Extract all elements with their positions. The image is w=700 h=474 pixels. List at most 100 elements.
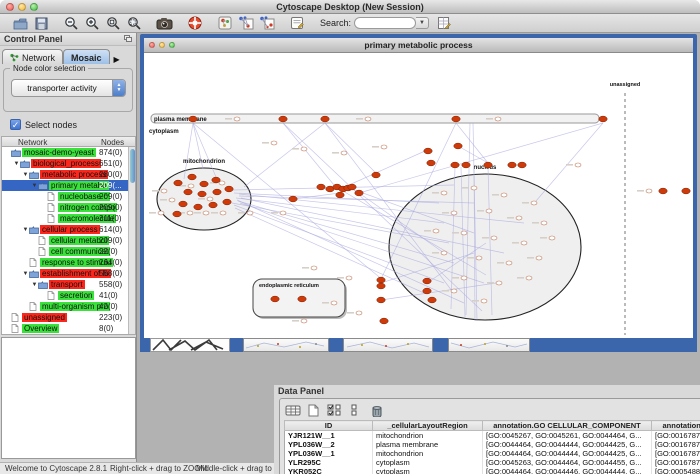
tree-row-count: 614(0) (99, 225, 122, 234)
tree-row-count: 874(0) (99, 148, 122, 157)
expand-arrow-icon[interactable]: ▼ (22, 227, 29, 233)
attribute-editor-icon[interactable] (435, 16, 452, 31)
help-icon[interactable] (186, 16, 203, 31)
layout-a-icon[interactable] (237, 16, 254, 31)
background-window-fragment[interactable] (448, 338, 530, 352)
column-grid-icon[interactable] (284, 403, 301, 418)
expand-arrow-icon[interactable]: ▼ (22, 271, 29, 277)
table-column-header[interactable]: _cellularLayoutRegion (373, 421, 483, 431)
network-view-titlebar[interactable]: primary metabolic process (144, 38, 693, 53)
svg-text:mitochondrion: mitochondrion (183, 159, 225, 165)
tree-row-count: 558(0) (99, 280, 122, 289)
table-cell: [GO:0016787, GO:0005488, GO:0005215, G..… (652, 449, 700, 458)
tree-row[interactable]: cell communicat22(0) (2, 246, 135, 257)
zoom-selected-icon[interactable] (105, 16, 122, 31)
annotation-icon[interactable] (288, 16, 305, 31)
node-color-dropdown[interactable]: transporter activity ▲▼ (11, 79, 126, 97)
table-cell: cytoplasm (373, 458, 483, 467)
table-cell: YPL036W__1 (285, 449, 373, 458)
tab-mosaic-label: Mosaic (71, 53, 102, 63)
table-column-header[interactable]: annotation.GO MOLECULAR_FUNCTION (652, 421, 700, 431)
file-icon (38, 247, 49, 256)
table-cell: plasma membrane (373, 440, 483, 449)
table-row[interactable]: YPL036W__1mitochondrion[GO:0044464, GO:0… (285, 449, 700, 458)
control-panel-title: Control Panel (4, 34, 63, 44)
tree-row[interactable]: ▼primary metabo209(... (2, 180, 135, 191)
table-row[interactable]: YJR121W__1mitochondrion[GO:0045267, GO:0… (285, 431, 700, 441)
file-icon (47, 291, 58, 300)
folder-icon (29, 270, 40, 278)
tree-row-count: 264(0) (99, 258, 122, 267)
delete-attribute-icon[interactable] (368, 403, 385, 418)
network-tree-header: Network Nodes (1, 136, 136, 147)
table-cell: YLR295C (285, 458, 373, 467)
tree-row[interactable]: ▼biological_process651(0) (2, 158, 135, 169)
data-panel: Data Panel f(x) ID_c (274, 385, 700, 474)
folder-icon (29, 226, 40, 234)
control-panel: Control Panel Network Mosaic ▶ Node colo… (0, 33, 137, 462)
new-attribute-icon[interactable] (305, 403, 322, 418)
folder-icon (11, 149, 22, 157)
select-nodes-checkbox[interactable]: ✓ (10, 119, 21, 130)
tree-row[interactable]: ▼cellular process614(0) (2, 224, 135, 235)
tree-row[interactable]: nucleobase-c209(0) (2, 191, 135, 202)
select-attributes-icon[interactable] (326, 403, 343, 418)
tree-row-count: 558(0) (99, 269, 122, 278)
search-input[interactable] (354, 17, 416, 29)
tree-row[interactable]: multi-organism pro42(0) (2, 301, 135, 312)
tree-row[interactable]: ▼transport558(0) (2, 279, 135, 290)
network-canvas[interactable]: plasma membranecytoplasmmitochondrionnuc… (144, 53, 693, 345)
expand-arrow-icon[interactable]: ▼ (22, 172, 29, 178)
tree-row[interactable]: nitrogen compo209(0) (2, 202, 135, 213)
snapshot-icon[interactable] (156, 16, 173, 31)
background-window-fragment[interactable] (343, 338, 433, 352)
search-label: Search: (320, 18, 351, 28)
tree-row[interactable]: unassigned223(0) (2, 312, 135, 323)
table-row[interactable]: YKR052Ccytoplasm[GO:0044464, GO:0044446,… (285, 467, 700, 474)
tree-col-nodes: Nodes (101, 138, 124, 147)
tree-col-network: Network (18, 138, 47, 147)
float-panel-icon[interactable] (124, 35, 133, 43)
tree-row[interactable]: mosaic-demo-yeast874(0) (2, 147, 135, 158)
birds-eye-view[interactable] (1, 337, 136, 459)
status-welcome: Welcome to Cytoscape 2.8.1 (5, 464, 107, 473)
tree-row[interactable]: cellular metabol209(0) (2, 235, 135, 246)
table-row[interactable]: YPL036W__2plasma membrane[GO:0044464, GO… (285, 440, 700, 449)
attribute-table[interactable]: ID_cellularLayoutRegionannotation.GO CEL… (284, 420, 700, 474)
zoom-out-icon[interactable] (63, 16, 80, 31)
zoom-in-icon[interactable] (84, 16, 101, 31)
search-options-button[interactable]: ▼ (416, 17, 429, 29)
expand-arrow-icon[interactable]: ▼ (31, 183, 38, 189)
tree-row[interactable]: ▼metabolic process280(0) (2, 169, 135, 180)
tree-row[interactable]: secretion41(0) (2, 290, 135, 301)
unselect-attributes-icon[interactable] (347, 403, 364, 418)
vizmapper-icon[interactable] (216, 16, 233, 31)
network-tab-icon (10, 53, 19, 62)
save-session-icon[interactable] (33, 16, 50, 31)
zoom-fit-icon[interactable] (126, 16, 143, 31)
expand-arrow-icon[interactable]: ▼ (13, 161, 20, 167)
cytoscape-window: Cytoscape Desktop (New Session) Search: … (0, 0, 700, 474)
table-cell: [GO:0016787, GO:0005488, GO:0005215, G..… (652, 440, 700, 449)
tree-row[interactable]: Overview8(0) (2, 323, 135, 334)
open-session-icon[interactable] (12, 16, 29, 31)
table-cell: mitochondrion (373, 431, 483, 441)
table-row[interactable]: YLR295Ccytoplasm[GO:0045263, GO:0044464,… (285, 458, 700, 467)
tree-row[interactable]: response to stimulu264(0) (2, 257, 135, 268)
background-window-fragment[interactable] (243, 338, 329, 352)
table-column-header[interactable]: annotation.GO CELLULAR_COMPONENT (483, 421, 652, 431)
tab-overflow-arrow[interactable]: ▶ (114, 55, 120, 64)
tree-row[interactable]: ▼establishment of lo558(0) (2, 268, 135, 279)
table-column-header[interactable]: ID (285, 421, 373, 431)
layout-b-icon[interactable] (258, 16, 275, 31)
folder-icon (38, 182, 49, 190)
tree-row[interactable]: macromolecule311(0) (2, 213, 135, 224)
tab-network[interactable]: Network (2, 49, 63, 64)
tab-mosaic[interactable]: Mosaic (63, 49, 110, 64)
tree-row-count: 42(0) (99, 302, 118, 311)
expand-arrow-icon[interactable]: ▼ (31, 282, 38, 288)
file-icon (29, 302, 40, 311)
dropdown-stepper-icon: ▲▼ (112, 80, 125, 96)
background-window-sketch[interactable] (150, 338, 230, 352)
tree-scrollbar[interactable] (128, 147, 135, 334)
